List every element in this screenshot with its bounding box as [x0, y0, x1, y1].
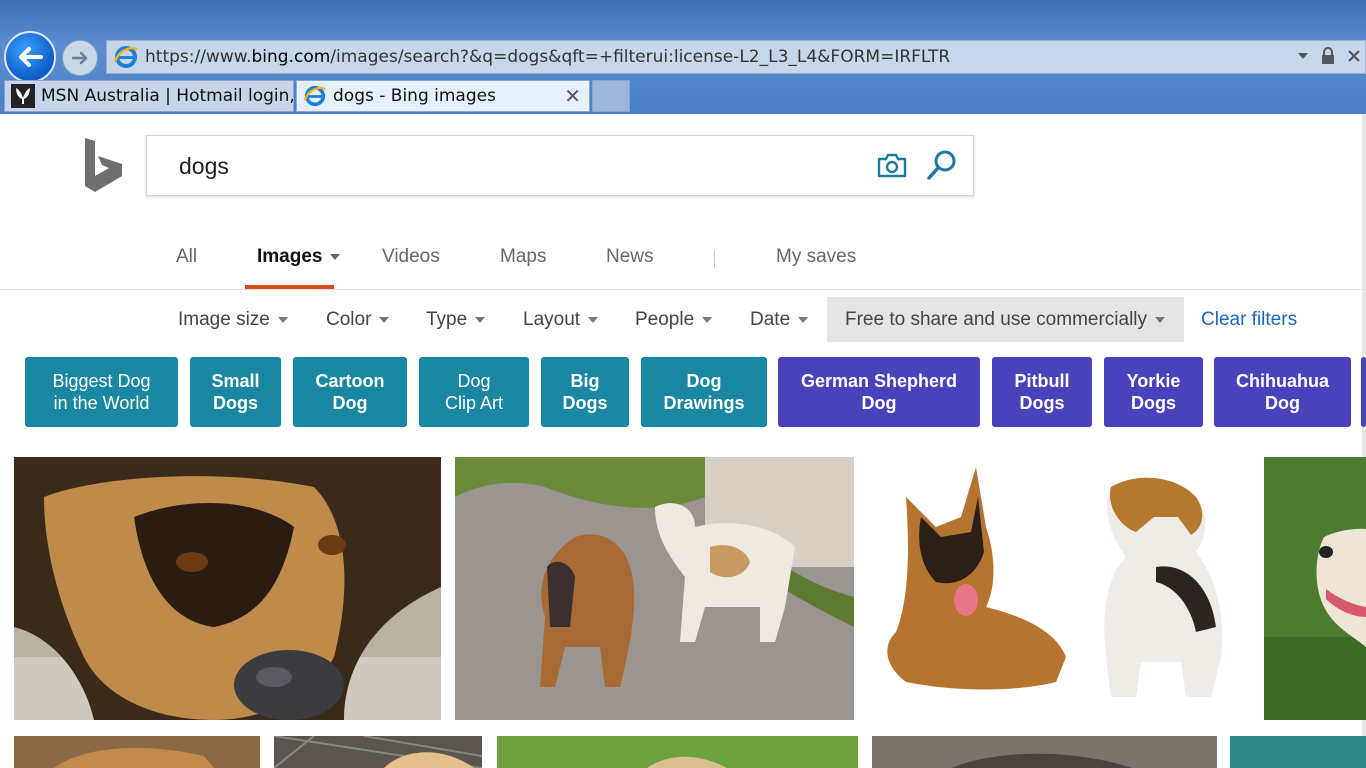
chip-small-dogs[interactable]: Small Dogs — [190, 357, 281, 427]
tab-msn[interactable]: MSN Australia | Hotmail login, ... — [4, 80, 294, 112]
image-result-row2-4[interactable] — [872, 736, 1217, 768]
nav-maps[interactable]: Maps — [500, 246, 546, 268]
browser-chrome: https://www.bing.com/images/search?&q=do… — [0, 0, 1366, 114]
chip-biggest-dog[interactable]: Biggest Dog in the World — [25, 357, 178, 427]
filter-bar: Image size Color Type Layout People Date… — [0, 297, 1366, 342]
tab-bing-label: dogs - Bing images — [333, 86, 496, 106]
related-searches: Biggest Dog in the World Small Dogs Cart… — [0, 357, 1366, 427]
filter-type[interactable]: Type — [426, 297, 486, 342]
address-bar[interactable]: https://www.bing.com/images/search?&q=do… — [106, 40, 1366, 74]
chevron-down-icon — [277, 316, 288, 323]
forward-arrow-icon — [71, 51, 88, 65]
vertical-nav: All Images Videos Maps News My saves — [0, 240, 1366, 290]
forward-button[interactable] — [62, 40, 98, 76]
search-input[interactable] — [177, 152, 857, 181]
tab-strip: MSN Australia | Hotmail login, ... dogs … — [0, 78, 1366, 114]
address-bar-controls — [1297, 47, 1361, 65]
chip-yorkie[interactable]: Yorkie Dogs — [1104, 357, 1203, 427]
filter-label: People — [635, 308, 695, 330]
nav-divider — [714, 250, 715, 268]
chip-german-shepherd[interactable]: German Shepherd Dog — [778, 357, 980, 427]
chip-big-dogs[interactable]: Big Dogs — [541, 357, 629, 427]
new-tab-button[interactable] — [592, 80, 630, 112]
image-result-row2-3[interactable] — [497, 736, 858, 768]
nav-my-saves[interactable]: My saves — [776, 246, 856, 268]
nav-videos[interactable]: Videos — [382, 246, 440, 268]
chevron-down-icon — [1155, 316, 1166, 323]
search-icon[interactable] — [925, 148, 959, 182]
filter-label: Free to share and use commercially — [845, 308, 1148, 330]
filter-people[interactable]: People — [635, 297, 713, 342]
filter-label: Date — [750, 308, 791, 330]
chevron-down-icon — [798, 316, 809, 323]
filter-license[interactable]: Free to share and use commercially — [827, 297, 1184, 342]
chip-dog-drawings[interactable]: Dog Drawings — [641, 357, 767, 427]
search-box — [146, 135, 974, 196]
chevron-down-icon — [475, 316, 486, 323]
filter-label: Layout — [523, 308, 581, 330]
filter-color[interactable]: Color — [326, 297, 390, 342]
url-host: bing.com — [251, 47, 331, 67]
msn-butterfly-icon — [11, 84, 35, 108]
nav-all[interactable]: All — [176, 246, 197, 268]
lock-icon[interactable] — [1321, 47, 1335, 65]
ie-logo-icon — [303, 85, 327, 107]
filter-label: Image size — [178, 308, 270, 330]
ie-logo-icon — [113, 46, 139, 68]
chip-pitbull[interactable]: Pitbull Dogs — [992, 357, 1092, 427]
filter-label: Type — [426, 308, 468, 330]
back-button[interactable] — [4, 31, 56, 83]
chip-cartoon-dog[interactable]: Cartoon Dog — [293, 357, 407, 427]
chevron-down-icon — [702, 316, 713, 323]
chevron-down-icon — [588, 316, 599, 323]
filter-image-size[interactable]: Image size — [178, 297, 288, 342]
close-tab-icon[interactable]: ✕ — [564, 84, 581, 108]
url-prefix: https://www. — [145, 47, 252, 67]
address-url: https://www.bing.com/images/search?&q=do… — [145, 47, 950, 67]
nav-news[interactable]: News — [606, 246, 654, 268]
image-result-row2-5[interactable] — [1230, 736, 1366, 768]
nav-divider-line — [0, 289, 1366, 290]
image-result-shepherd-and-beagle[interactable] — [866, 457, 1252, 720]
chevron-down-icon — [330, 253, 341, 260]
tab-msn-label: MSN Australia | Hotmail login, ... — [41, 86, 294, 106]
image-result-dog-on-grass[interactable] — [1264, 457, 1366, 720]
image-result-row2-2[interactable] — [274, 736, 482, 768]
filter-label: Color — [326, 308, 372, 330]
image-result-two-puppies[interactable] — [455, 457, 854, 720]
image-result-german-shepherd-face[interactable] — [14, 457, 441, 720]
image-result-row2-1[interactable] — [14, 736, 260, 768]
tab-bing[interactable]: dogs - Bing images ✕ — [296, 80, 590, 112]
filter-date[interactable]: Date — [750, 297, 809, 342]
chip-partial[interactable] — [1361, 357, 1366, 427]
url-path: /images/search?&q=dogs&qft=+filterui:lic… — [330, 47, 951, 67]
camera-icon[interactable] — [875, 150, 909, 180]
filter-layout[interactable]: Layout — [523, 297, 599, 342]
back-arrow-icon — [19, 47, 43, 67]
chip-chihuahua[interactable]: Chihuahua Dog — [1214, 357, 1351, 427]
stop-icon[interactable] — [1347, 49, 1361, 63]
chevron-down-icon — [379, 316, 390, 323]
dropdown-arrow-icon[interactable] — [1297, 51, 1309, 61]
clear-filters-link[interactable]: Clear filters — [1201, 297, 1297, 342]
bing-logo-icon[interactable] — [80, 136, 126, 194]
nav-images-label: Images — [257, 246, 323, 267]
chip-dog-clip-art[interactable]: Dog Clip Art — [419, 357, 529, 427]
nav-images[interactable]: Images — [257, 246, 341, 268]
